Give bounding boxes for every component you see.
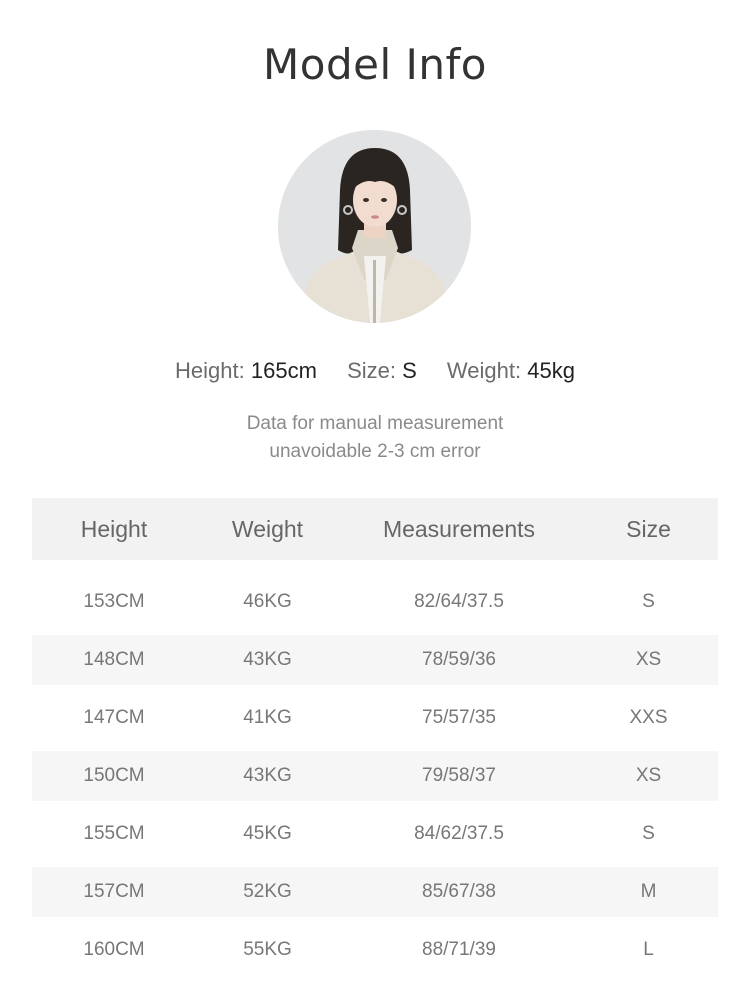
cell-weight: 55KG (243, 939, 292, 960)
cell-height: 150CM (83, 765, 145, 786)
cell-measurements: 79/58/37 (422, 765, 496, 786)
header-height: Height (80, 515, 148, 542)
height-value: 165cm (250, 358, 317, 383)
model-portrait-image (278, 130, 471, 323)
cell-height: 155CM (83, 823, 145, 844)
weight-value: 45kg (527, 358, 575, 383)
model-size: Size: S (347, 358, 417, 384)
header-weight: Weight (231, 515, 304, 542)
measurement-note: Data for manual measurement unavoidable … (0, 410, 750, 466)
cell-size: XXS (629, 707, 668, 728)
weight-label: Weight: (446, 358, 522, 383)
cell-height: 160CM (83, 939, 145, 960)
cell-size: XS (635, 765, 662, 786)
table-row: 147CM 41KG 75/57/35 XXS (32, 693, 718, 743)
cell-weight: 41KG (243, 707, 292, 728)
table-row: 157CM 52KG 85/67/38 M (32, 867, 718, 917)
size-value: S (402, 358, 417, 383)
cell-size: S (642, 823, 655, 844)
cell-height: 153CM (83, 591, 145, 612)
size-label: Size: (347, 358, 396, 383)
model-stats: Height: 165cm Size: S Weight: 45kg (0, 358, 750, 384)
size-table: Height Weight Measurements Size 153CM 46… (32, 498, 718, 983)
cell-weight: 46KG (243, 591, 292, 612)
cell-size: S (642, 591, 655, 612)
table-row: 155CM 45KG 84/62/37.5 S (32, 809, 718, 859)
cell-weight: 52KG (243, 881, 292, 902)
cell-measurements: 85/67/38 (422, 881, 496, 902)
table-row: 148CM 43KG 78/59/36 XS (32, 635, 718, 685)
height-label: Height: (175, 358, 245, 383)
cell-size: XS (635, 649, 662, 670)
model-avatar (278, 130, 471, 323)
header-measurements: Measurements (382, 515, 536, 542)
cell-measurements: 84/62/37.5 (414, 823, 504, 844)
cell-height: 148CM (83, 649, 145, 670)
cell-measurements: 88/71/39 (422, 939, 496, 960)
table-header: Height Weight Measurements Size (32, 498, 718, 560)
cell-weight: 45KG (243, 823, 292, 844)
note-line-2: unavoidable 2-3 cm error (269, 441, 481, 462)
cell-measurements: 75/57/35 (422, 707, 496, 728)
cell-height: 147CM (83, 707, 145, 728)
table-row: 160CM 55KG 88/71/39 L (32, 925, 718, 975)
cell-measurements: 78/59/36 (422, 649, 496, 670)
table-row: 153CM 46KG 82/64/37.5 S (32, 577, 718, 627)
cell-weight: 43KG (243, 649, 292, 670)
model-weight: Weight: 45kg (447, 358, 575, 384)
note-line-1: Data for manual measurement (246, 413, 504, 434)
table-row: 150CM 43KG 79/58/37 XS (32, 751, 718, 801)
cell-height: 157CM (83, 881, 145, 902)
model-height: Height: 165cm (175, 358, 317, 384)
cell-measurements: 82/64/37.5 (414, 591, 504, 612)
page-title: Model Info (263, 40, 487, 89)
cell-size: M (640, 881, 657, 902)
header-size: Size (626, 515, 671, 542)
cell-size: L (643, 939, 654, 960)
cell-weight: 43KG (243, 765, 292, 786)
